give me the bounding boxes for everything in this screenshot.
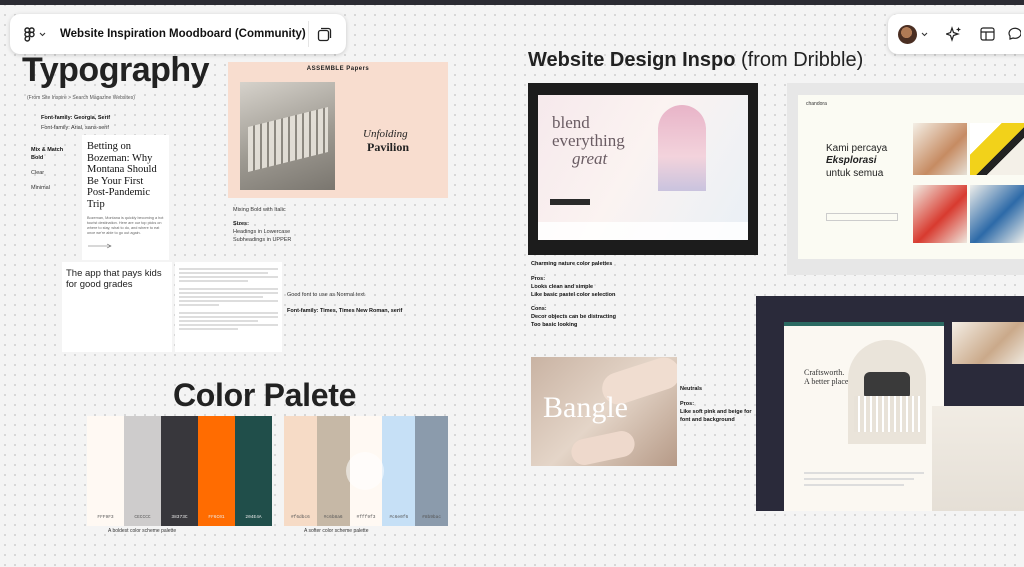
soft-palette-caption: A softer color scheme palette bbox=[304, 528, 369, 534]
soft-palette-swatch-label: #fff9f3 bbox=[356, 515, 376, 520]
assemble-papers-screenshot: ASSEMBLE Papers Unfolding Pavilion bbox=[228, 62, 448, 198]
chevron-down-icon bbox=[39, 32, 46, 36]
soft-palette-swatch-label: #f6dbc6 bbox=[290, 515, 310, 520]
font-serif-note: Font-family: Georgia, Serif bbox=[41, 115, 111, 121]
sizes-upper: Subheadings in UPPER bbox=[233, 237, 292, 243]
serif-text-sample bbox=[175, 262, 282, 352]
font-sans-note: Font-family: Arial, sans-serif bbox=[41, 125, 109, 131]
soft-palette-swatch: #c6b8a6 bbox=[316, 416, 350, 526]
mix-match-label: Mix & Match bbox=[31, 147, 64, 153]
palette-heading: Color Palete bbox=[173, 377, 357, 413]
typography-heading: Typography bbox=[22, 51, 210, 89]
chandora-screenshot: chandora Kami percaya Eksplorasi untuk s… bbox=[787, 83, 1024, 275]
pages-icon bbox=[317, 27, 332, 41]
right-toolbar bbox=[888, 14, 1024, 54]
chandora-line-1: Kami percaya bbox=[826, 143, 888, 154]
pros-item-2: Like basic pastel color selection bbox=[531, 292, 616, 298]
sizes-lowercase: Headings in Lowercase bbox=[233, 229, 291, 235]
pros-item-1: Looks clean and simple bbox=[531, 284, 594, 290]
unfolding-text: Unfolding bbox=[363, 128, 408, 140]
layout-icon[interactable] bbox=[980, 27, 995, 41]
ai-sparkle-icon[interactable] bbox=[946, 26, 962, 42]
pavilion-text: Pavilion bbox=[367, 140, 410, 154]
window-top-bar bbox=[0, 0, 1024, 5]
article-headline: Betting on Bozeman: Why Montana Should B… bbox=[87, 141, 157, 210]
app-text-card: The app that pays kids for good grades bbox=[62, 262, 172, 352]
bold-palette-swatch: 38373C bbox=[161, 416, 198, 526]
pros-label: Pros: bbox=[531, 276, 546, 282]
bold-palette-swatch-label: FF6C01 bbox=[208, 515, 225, 520]
good-font-note: Good font to use as Normal text bbox=[287, 292, 365, 298]
typography-source: (From Site Inspire > Search Magazine Web… bbox=[27, 95, 135, 101]
bold-palette-swatch-label: 204E4A bbox=[245, 515, 262, 520]
design-heading: Website Design Inspo (from Dribble) bbox=[528, 49, 863, 72]
notes-title: Charming nature color palettes bbox=[531, 261, 613, 267]
soft-palette-swatch-label: #8b9bac bbox=[422, 515, 442, 520]
neutrals-pros-label: Pros: bbox=[680, 401, 695, 407]
blend-text-1: blend bbox=[552, 113, 590, 132]
chandora-line-2: Eksplorasi bbox=[826, 155, 877, 166]
bold-palette-swatch: CECCCC bbox=[124, 416, 161, 526]
craft-line-1: Craftsworth. bbox=[804, 368, 845, 377]
cons-label: Cons: bbox=[531, 306, 547, 312]
soft-palette-swatch: #c6e0f6 bbox=[382, 416, 416, 526]
blend-screenshot: blend everything great bbox=[528, 83, 758, 255]
article-body: Bozeman, Montana is quickly becoming a h… bbox=[87, 216, 164, 236]
pages-button[interactable] bbox=[308, 21, 334, 47]
app-card-text: The app that pays kids for good grades bbox=[66, 268, 162, 291]
soft-palette-swatch-label: #c6e0f6 bbox=[389, 515, 409, 520]
neutrals-label: Neutrals bbox=[680, 386, 703, 392]
clear-label: Clear bbox=[31, 170, 45, 176]
soft-palette-swatch-label: #c6b8a6 bbox=[323, 515, 343, 520]
bold-label: Bold bbox=[31, 155, 44, 161]
bold-palette: FFF9F3 CECCCC 38373C FF6C01 204E4A bbox=[87, 416, 272, 526]
bold-palette-swatch-label: FFF9F3 bbox=[97, 515, 114, 520]
mixing-note: Mixing Bold with Italic bbox=[233, 207, 286, 213]
blend-text-3: great bbox=[572, 149, 608, 168]
blend-text-2: everything bbox=[552, 131, 625, 150]
bold-palette-swatch-label: 38373C bbox=[171, 515, 188, 520]
cons-item-2: Too basic looking bbox=[531, 322, 578, 328]
soft-palette-circle bbox=[346, 452, 384, 490]
craft-line-2: A better place bbox=[804, 377, 849, 386]
bangle-screenshot: Bangle bbox=[531, 357, 677, 466]
font-times-note: Font-family: Times, Times New Roman, ser… bbox=[287, 308, 403, 314]
soft-palette-swatch: #f6dbc6 bbox=[284, 416, 317, 526]
arrow-decoration-icon bbox=[88, 243, 112, 249]
bold-palette-swatch: 204E4A bbox=[235, 416, 272, 526]
avatar bbox=[898, 24, 917, 44]
bold-palette-swatch-label: CECCCC bbox=[134, 515, 151, 520]
minimal-label: Minimal bbox=[31, 185, 50, 191]
neutrals-pros-1: Like soft pink and beige for bbox=[680, 409, 752, 415]
comment-icon[interactable] bbox=[1007, 27, 1021, 41]
neutrals-pros-2: font and background bbox=[680, 417, 735, 423]
main-menu-button[interactable] bbox=[24, 26, 46, 42]
bangle-text: Bangle bbox=[543, 391, 628, 424]
chandora-line-3: untuk semua bbox=[826, 168, 884, 179]
figma-logo-icon bbox=[24, 26, 35, 42]
assemble-brand: ASSEMBLE Papers bbox=[306, 66, 370, 72]
bold-palette-swatch: FF6C01 bbox=[198, 416, 235, 526]
craftsworth-screenshot: Craftsworth. A better place bbox=[756, 296, 1024, 511]
soft-palette-swatch: #8b9bac bbox=[415, 416, 448, 526]
user-avatar-menu[interactable] bbox=[898, 24, 928, 44]
sizes-label: Sizes: bbox=[233, 221, 249, 227]
file-title[interactable]: Website Inspiration Moodboard (Community… bbox=[60, 28, 306, 40]
bold-palette-swatch: FFF9F3 bbox=[87, 416, 124, 526]
article-sample-card: Betting on Bozeman: Why Montana Should B… bbox=[82, 135, 169, 260]
bold-palette-caption: A boldest color scheme palette bbox=[108, 528, 177, 534]
chandora-brand: chandora bbox=[806, 101, 827, 107]
design-heading-bold: Website Design Inspo bbox=[528, 49, 736, 71]
cons-item-1: Decor objects can be distracting bbox=[531, 314, 616, 320]
design-heading-light: (from Dribble) bbox=[735, 49, 864, 71]
chevron-down-icon bbox=[921, 32, 928, 36]
file-toolbar: Website Inspiration Moodboard (Community… bbox=[10, 14, 346, 54]
